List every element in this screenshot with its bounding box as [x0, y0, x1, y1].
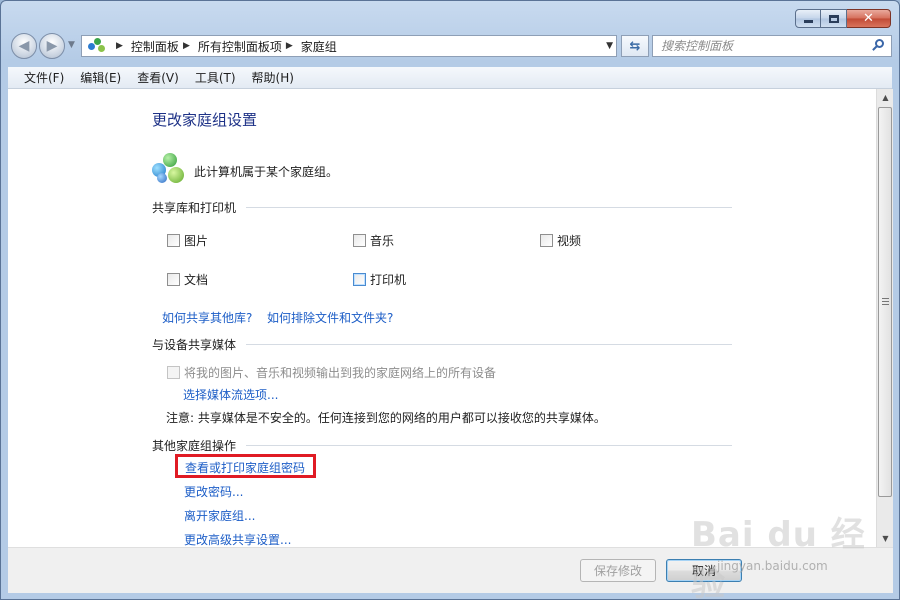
- how-share-other-libraries-link[interactable]: 如何共享其他库?: [162, 309, 252, 326]
- close-icon: ✕: [863, 11, 874, 26]
- media-streaming-options-link[interactable]: 选择媒体流选项...: [183, 386, 278, 403]
- refresh-icon: ⇆: [629, 38, 641, 54]
- share-pictures-option[interactable]: 图片: [167, 232, 208, 249]
- share-documents-option[interactable]: 文档: [167, 271, 208, 288]
- stream-media-option[interactable]: 将我的图片、音乐和视频输出到我的家庭网络上的所有设备: [167, 364, 496, 381]
- cancel-button[interactable]: 取消: [666, 559, 742, 582]
- section-other-actions-label: 其他家庭组操作: [152, 439, 237, 453]
- pictures-checkbox[interactable]: [167, 234, 180, 247]
- control-panel-window: ✕ ◀ ▶ ▼ ▶ 控制面板 ▶ 所有控制面板项 ▶ 家庭组 ▼ ⇆ 搜索控制面…: [0, 0, 900, 600]
- section-share-libraries: 共享库和打印机: [152, 199, 732, 216]
- view-print-password-link[interactable]: 查看或打印家庭组密码: [185, 459, 305, 476]
- scroll-down-arrow-icon[interactable]: ▼: [877, 530, 894, 547]
- close-button[interactable]: ✕: [847, 9, 891, 28]
- menu-tools[interactable]: 工具(T): [187, 69, 244, 86]
- pictures-label: 图片: [184, 234, 209, 248]
- page-title: 更改家庭组设置: [152, 111, 258, 129]
- section-share-libraries-label: 共享库和打印机: [152, 201, 237, 215]
- vertical-scrollbar[interactable]: ▲ ▼: [876, 89, 893, 547]
- menu-edit[interactable]: 编辑(E): [72, 69, 129, 86]
- videos-checkbox[interactable]: [540, 234, 553, 247]
- how-exclude-files-link[interactable]: 如何排除文件和文件夹?: [267, 309, 393, 326]
- documents-checkbox[interactable]: [167, 273, 180, 286]
- breadcrumb-separator-icon[interactable]: ▶: [183, 41, 190, 51]
- back-button[interactable]: ◀: [11, 33, 37, 59]
- music-checkbox[interactable]: [353, 234, 366, 247]
- search-box: [652, 35, 892, 57]
- share-videos-option[interactable]: 视频: [540, 232, 581, 249]
- save-changes-button[interactable]: 保存修改: [580, 559, 656, 582]
- media-security-note: 注意: 共享媒体是不安全的。任何连接到您的网络的用户都可以接收您的共享媒体。: [166, 411, 606, 425]
- homegroup-icon: [152, 153, 186, 185]
- breadcrumb-homegroup[interactable]: 家庭组: [301, 38, 337, 55]
- menu-file[interactable]: 文件(F): [16, 69, 72, 86]
- menu-help[interactable]: 帮助(H): [244, 69, 302, 86]
- control-panel-icon: [88, 38, 106, 54]
- minimize-button[interactable]: [795, 9, 821, 28]
- section-share-media: 与设备共享媒体: [152, 336, 732, 353]
- address-dropdown-icon[interactable]: ▼: [606, 41, 613, 51]
- change-password-link[interactable]: 更改密码...: [184, 483, 243, 500]
- content-pane: 更改家庭组设置 此计算机属于某个家庭组。 共享库和打印机 图片 音乐 视频 文档…: [8, 89, 876, 547]
- maximize-icon: [828, 14, 839, 23]
- stream-media-label: 将我的图片、音乐和视频输出到我的家庭网络上的所有设备: [184, 366, 497, 380]
- scroll-up-arrow-icon[interactable]: ▲: [877, 89, 894, 106]
- window-caption-buttons: ✕: [795, 9, 891, 28]
- advanced-sharing-settings-link[interactable]: 更改高级共享设置...: [184, 531, 291, 547]
- navigation-bar: ◀ ▶ ▼ ▶ 控制面板 ▶ 所有控制面板项 ▶ 家庭组 ▼ ⇆: [9, 33, 892, 61]
- videos-label: 视频: [557, 234, 582, 248]
- maximize-button[interactable]: [821, 9, 847, 28]
- printers-checkbox[interactable]: [353, 273, 366, 286]
- back-arrow-icon: ◀: [18, 38, 30, 54]
- leave-homegroup-link[interactable]: 离开家庭组...: [184, 507, 255, 524]
- documents-label: 文档: [184, 273, 209, 287]
- minimize-icon: [803, 20, 813, 23]
- homegroup-membership-text: 此计算机属于某个家庭组。: [194, 164, 339, 179]
- menu-view[interactable]: 查看(V): [129, 69, 187, 86]
- menu-bar: 文件(F) 编辑(E) 查看(V) 工具(T) 帮助(H): [8, 67, 892, 89]
- breadcrumb-separator-icon[interactable]: ▶: [116, 41, 123, 51]
- refresh-button[interactable]: ⇆: [621, 35, 649, 57]
- address-bar[interactable]: ▶ 控制面板 ▶ 所有控制面板项 ▶ 家庭组 ▼: [81, 35, 617, 57]
- stream-media-checkbox[interactable]: [167, 366, 180, 379]
- recent-pages-dropdown-icon[interactable]: ▼: [68, 40, 75, 50]
- section-divider: [246, 344, 732, 345]
- footer-bar: 保存修改 取消: [8, 547, 893, 593]
- section-divider: [246, 445, 732, 446]
- search-input[interactable]: [661, 39, 861, 53]
- forward-arrow-icon: ▶: [46, 38, 58, 54]
- scroll-thumb[interactable]: [878, 107, 892, 497]
- share-music-option[interactable]: 音乐: [353, 232, 394, 249]
- forward-button[interactable]: ▶: [39, 33, 65, 59]
- section-divider: [246, 207, 732, 208]
- homegroup-status: 此计算机属于某个家庭组。: [152, 153, 338, 185]
- grip-icon: [882, 298, 889, 305]
- section-other-actions: 其他家庭组操作: [152, 437, 732, 454]
- music-label: 音乐: [370, 234, 395, 248]
- share-printers-option[interactable]: 打印机: [353, 271, 406, 288]
- printers-label: 打印机: [370, 273, 407, 287]
- search-icon[interactable]: [871, 39, 885, 53]
- section-share-media-label: 与设备共享媒体: [152, 338, 237, 352]
- breadcrumb-control-panel[interactable]: 控制面板: [131, 38, 179, 55]
- breadcrumb-all-items[interactable]: 所有控制面板项: [198, 38, 282, 55]
- breadcrumb-separator-icon[interactable]: ▶: [286, 41, 293, 51]
